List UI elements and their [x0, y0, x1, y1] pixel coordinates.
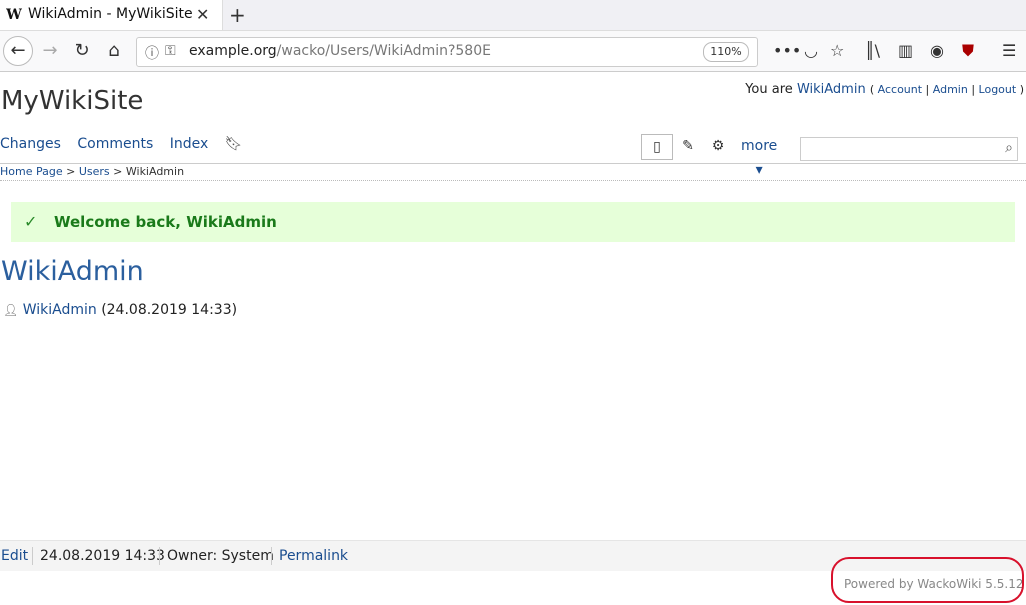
owner-line: 👤︎ WikiAdmin (24.08.2019 14:33) [3, 302, 237, 318]
zoom-badge[interactable]: 110% [703, 42, 749, 62]
chevron-down-icon: ▾ [755, 162, 763, 178]
notice-text: Welcome back, WikiAdmin [54, 213, 277, 231]
url-bar[interactable]: ⓘ ⚿ example.org/wacko/Users/WikiAdmin?58… [136, 37, 758, 67]
nav-bar: ← → ↻ ⌂ ⓘ ⚿ example.org/wacko/Users/Wiki… [0, 31, 1026, 72]
logout-link[interactable]: Logout [979, 83, 1017, 96]
edit-pencil-icon[interactable]: ✎ [677, 134, 699, 158]
owner-date: (24.08.2019 14:33) [101, 302, 238, 318]
footer-owner: Owner: System [167, 548, 274, 564]
user-links: ( Account | Admin | Logout ) [869, 83, 1024, 96]
more-label: more [741, 138, 778, 154]
check-icon: ✓ [24, 212, 38, 231]
menu-index[interactable]: Index [170, 136, 209, 152]
close-tab-icon[interactable]: ✕ [196, 5, 209, 24]
sidebar-icon[interactable]: ▥ [898, 41, 913, 60]
divider [0, 180, 1026, 181]
admin-link[interactable]: Admin [933, 83, 968, 96]
footer-divider [159, 547, 160, 565]
breadcrumb-home[interactable]: Home Page [0, 165, 63, 178]
search-box: ⌕ [800, 137, 1018, 161]
key-icon[interactable]: ⚿ [165, 43, 176, 59]
user-prefix: You are [745, 82, 793, 97]
bookmark-star-icon[interactable]: ☆ [830, 41, 844, 60]
page-actions-icon[interactable]: ••• [773, 41, 801, 60]
account-icon[interactable]: ◉ [930, 41, 944, 60]
site-title[interactable]: MyWikiSite [1, 86, 143, 116]
owner-link[interactable]: WikiAdmin [23, 302, 97, 318]
back-arrow-icon[interactable]: ← [3, 36, 33, 66]
user-link[interactable]: WikiAdmin [797, 82, 866, 97]
footer-date: 24.08.2019 14:33 [40, 548, 165, 564]
pocket-icon[interactable]: ◡ [804, 41, 818, 60]
highlight-circle [831, 557, 1024, 603]
success-notice: ✓ Welcome back, WikiAdmin [11, 202, 1015, 242]
forward-arrow-icon[interactable]: → [36, 37, 64, 65]
home-icon[interactable]: ⌂ [100, 37, 128, 65]
browser-tab[interactable]: W WikiAdmin - MyWikiSite ✕ [0, 0, 223, 30]
divider [0, 163, 1026, 164]
url-host: example.org [189, 43, 277, 59]
show-page-icon[interactable]: ▯ [641, 134, 673, 160]
menu-changes[interactable]: Changes [0, 136, 61, 152]
tab-title: WikiAdmin - MyWikiSite [28, 6, 193, 22]
reload-icon[interactable]: ↻ [68, 37, 96, 65]
footer-divider [32, 547, 33, 565]
wacko-favicon-icon: W [6, 7, 22, 23]
tab-bar: W WikiAdmin - MyWikiSite ✕ + [0, 0, 1026, 31]
breadcrumb-current: WikiAdmin [125, 165, 185, 178]
breadcrumb-sep: > [66, 165, 76, 178]
url-path: /wacko/Users/WikiAdmin?580E [276, 43, 491, 59]
footer-permalink[interactable]: Permalink [279, 548, 348, 564]
user-icon: 👤︎ [3, 303, 19, 317]
account-link[interactable]: Account [878, 83, 922, 96]
url-text[interactable]: example.org/wacko/Users/WikiAdmin?580E [189, 43, 491, 59]
user-bar: You are WikiAdmin ( Account | Admin | Lo… [745, 82, 1024, 97]
search-icon[interactable]: ⌕ [1005, 140, 1013, 156]
breadcrumb-users[interactable]: Users [79, 165, 110, 178]
hamburger-menu-icon[interactable]: ☰ [1002, 41, 1016, 60]
menu-comments[interactable]: Comments [77, 136, 153, 152]
library-icon[interactable]: ║\ [865, 41, 880, 60]
footer-divider [271, 547, 272, 565]
info-icon[interactable]: ⓘ [145, 43, 159, 63]
ublock-icon[interactable]: ⛊ [962, 41, 974, 61]
page-title[interactable]: WikiAdmin [1, 256, 144, 287]
search-input[interactable] [801, 139, 989, 159]
footer-edit-link[interactable]: Edit [1, 548, 28, 564]
main-menu: Changes Comments Index 🔖︎ [0, 136, 242, 152]
properties-icon[interactable]: ⚙ [707, 134, 729, 158]
new-tab-icon[interactable]: + [229, 3, 246, 27]
breadcrumb-sep: > [113, 165, 123, 178]
breadcrumb: Home Page > Users > WikiAdmin [0, 165, 184, 178]
bookmark-icon[interactable]: 🔖︎ [225, 136, 243, 152]
more-menu[interactable]: more ▾ [741, 134, 778, 178]
